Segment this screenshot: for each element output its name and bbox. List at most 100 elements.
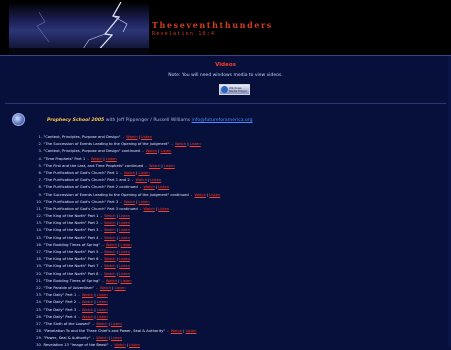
separator-dash: - [138, 206, 143, 211]
watch-link[interactable]: Watch [171, 329, 182, 333]
listen-link[interactable]: Listen [160, 149, 171, 153]
listen-link[interactable]: Listen [190, 142, 201, 146]
watch-link[interactable]: Watch [82, 300, 93, 304]
lesson-item: 17. "The King of the North" Part 5 - Watc… [32, 249, 220, 256]
listen-link[interactable]: Listen [97, 308, 108, 312]
listen-link[interactable]: Listen [97, 293, 108, 297]
listen-link[interactable]: Listen [121, 243, 132, 247]
lesson-title: "The Purification of God's Church" Part … [43, 170, 119, 175]
listen-link[interactable]: Listen [139, 200, 150, 204]
watch-link[interactable]: Watch [104, 250, 115, 254]
watch-link[interactable]: Watch [143, 185, 154, 189]
watch-link[interactable]: Watch [91, 157, 102, 161]
listen-link[interactable]: Listen [164, 164, 175, 168]
listen-link[interactable]: Listen [111, 336, 122, 340]
lesson-item: 27. "The Sixth of the Loosed" - Watch|Lis… [32, 321, 220, 328]
watch-link[interactable]: Watch [96, 322, 107, 326]
watch-link[interactable]: Watch [126, 135, 137, 139]
lesson-item: 19. "The King of the North" Part 7 - Watc… [32, 263, 220, 270]
separator-dash: - [77, 300, 81, 305]
lesson-number: 12. [36, 214, 42, 219]
watch-link[interactable]: Watch [149, 164, 160, 168]
listen-link[interactable]: Listen [158, 185, 169, 189]
listen-link[interactable]: Listen [119, 221, 130, 225]
lesson-title: "The Purification of God's Church" Part … [43, 206, 138, 211]
listen-link[interactable]: Listen [111, 322, 122, 326]
listen-link[interactable]: Listen [119, 228, 130, 232]
lesson-title: "The Succession of Events Leading to the… [43, 192, 189, 197]
separator-dash: - [141, 149, 145, 154]
watch-link[interactable]: Watch [104, 221, 115, 225]
separator-dash: - [99, 257, 104, 262]
lesson-item: 24. "The Daily" Part 2 - Watch|Listen [32, 299, 220, 306]
listen-link[interactable]: Listen [139, 171, 150, 175]
listen-link[interactable]: Listen [119, 250, 130, 254]
watch-link[interactable]: Watch [106, 279, 117, 283]
lesson-number: 14. [36, 228, 42, 233]
listen-link[interactable]: Listen [119, 236, 130, 240]
watch-link[interactable]: Watch [124, 200, 135, 204]
prophecy-email-link[interactable]: info@futureforamerica.org [192, 118, 253, 123]
separator-dash: - [138, 185, 143, 190]
separator-dash: - [77, 307, 81, 312]
watch-link[interactable]: Watch [104, 272, 115, 276]
watch-link[interactable]: Watch [96, 336, 107, 340]
link-separator: | [136, 199, 138, 204]
watch-link[interactable]: Watch [146, 149, 157, 153]
lesson-title: "The Daily" Part 2 [43, 300, 77, 305]
watch-link[interactable]: Watch [82, 315, 93, 319]
prophecy-byline: with Jeff Pippenger / Russell Williams [105, 118, 191, 123]
listen-link[interactable]: Listen [106, 157, 117, 161]
lightning-bolt-icon [9, 2, 149, 54]
lesson-item: 14. "The King of the North" Part 3 - Watc… [32, 227, 220, 234]
listen-link[interactable]: Listen [119, 214, 130, 218]
lesson-number: 2. [38, 142, 42, 147]
lesson-number: 28. [36, 329, 42, 334]
watch-link[interactable]: Watch [106, 243, 117, 247]
listen-link[interactable]: Listen [150, 178, 161, 182]
lesson-item: 23. "The Daily" Part 1 - Watch|Listen [32, 292, 220, 299]
watch-link[interactable]: Watch [135, 178, 146, 182]
watch-link[interactable]: Watch [82, 293, 93, 297]
listen-link[interactable]: Listen [209, 193, 220, 197]
watch-link[interactable]: Watch [100, 286, 111, 290]
watch-link[interactable]: Watch [82, 308, 93, 312]
watch-link[interactable]: Watch [194, 193, 205, 197]
watch-link[interactable]: Watch [104, 228, 115, 232]
lesson-item: 25. "The Daily" Part 3 - Watch|Listen [32, 307, 220, 314]
separator-dash: - [121, 135, 126, 139]
listen-link[interactable]: Listen [115, 286, 126, 290]
watch-link[interactable]: Watch [124, 171, 135, 175]
listen-link[interactable]: Listen [121, 279, 132, 283]
listen-link[interactable]: Listen [119, 272, 130, 276]
link-separator: | [118, 278, 120, 283]
separator-dash: - [86, 156, 90, 161]
listen-link[interactable]: Listen [97, 300, 108, 304]
link-separator: | [147, 178, 150, 183]
windows-media-icon [221, 86, 228, 93]
lesson-number: 25. [36, 307, 42, 312]
separator-dash: - [189, 192, 194, 197]
lesson-item: 10. "The Purification of God's Church" Pa… [32, 199, 220, 206]
watch-link[interactable]: Watch [143, 207, 154, 211]
listen-link[interactable]: Listen [185, 329, 196, 333]
listen-link[interactable]: Listen [158, 207, 169, 211]
lesson-number: 15. [36, 235, 42, 240]
link-separator: | [116, 264, 118, 269]
watch-link[interactable]: Watch [104, 264, 115, 268]
listen-link[interactable]: Listen [97, 315, 108, 319]
watch-link[interactable]: Watch [104, 236, 115, 240]
watch-link[interactable]: Watch [104, 214, 115, 218]
separator-dash: - [99, 214, 104, 219]
link-separator: | [187, 142, 189, 147]
listen-link[interactable]: Listen [141, 135, 152, 139]
windows-media-badge[interactable]: Windows Media Player [219, 84, 250, 95]
lesson-title: "Context, Principles, Purpose and Design… [43, 135, 121, 139]
lesson-title: "The First and the Last, and Time Prophe… [43, 163, 144, 168]
lesson-item: 15. "The King of the North" Part 4 - Watc… [32, 235, 220, 242]
listen-link[interactable]: Listen [119, 257, 130, 261]
watch-link[interactable]: Watch [175, 142, 186, 146]
listen-link[interactable]: Listen [119, 264, 130, 268]
link-separator: | [155, 206, 158, 211]
watch-link[interactable]: Watch [104, 257, 115, 261]
